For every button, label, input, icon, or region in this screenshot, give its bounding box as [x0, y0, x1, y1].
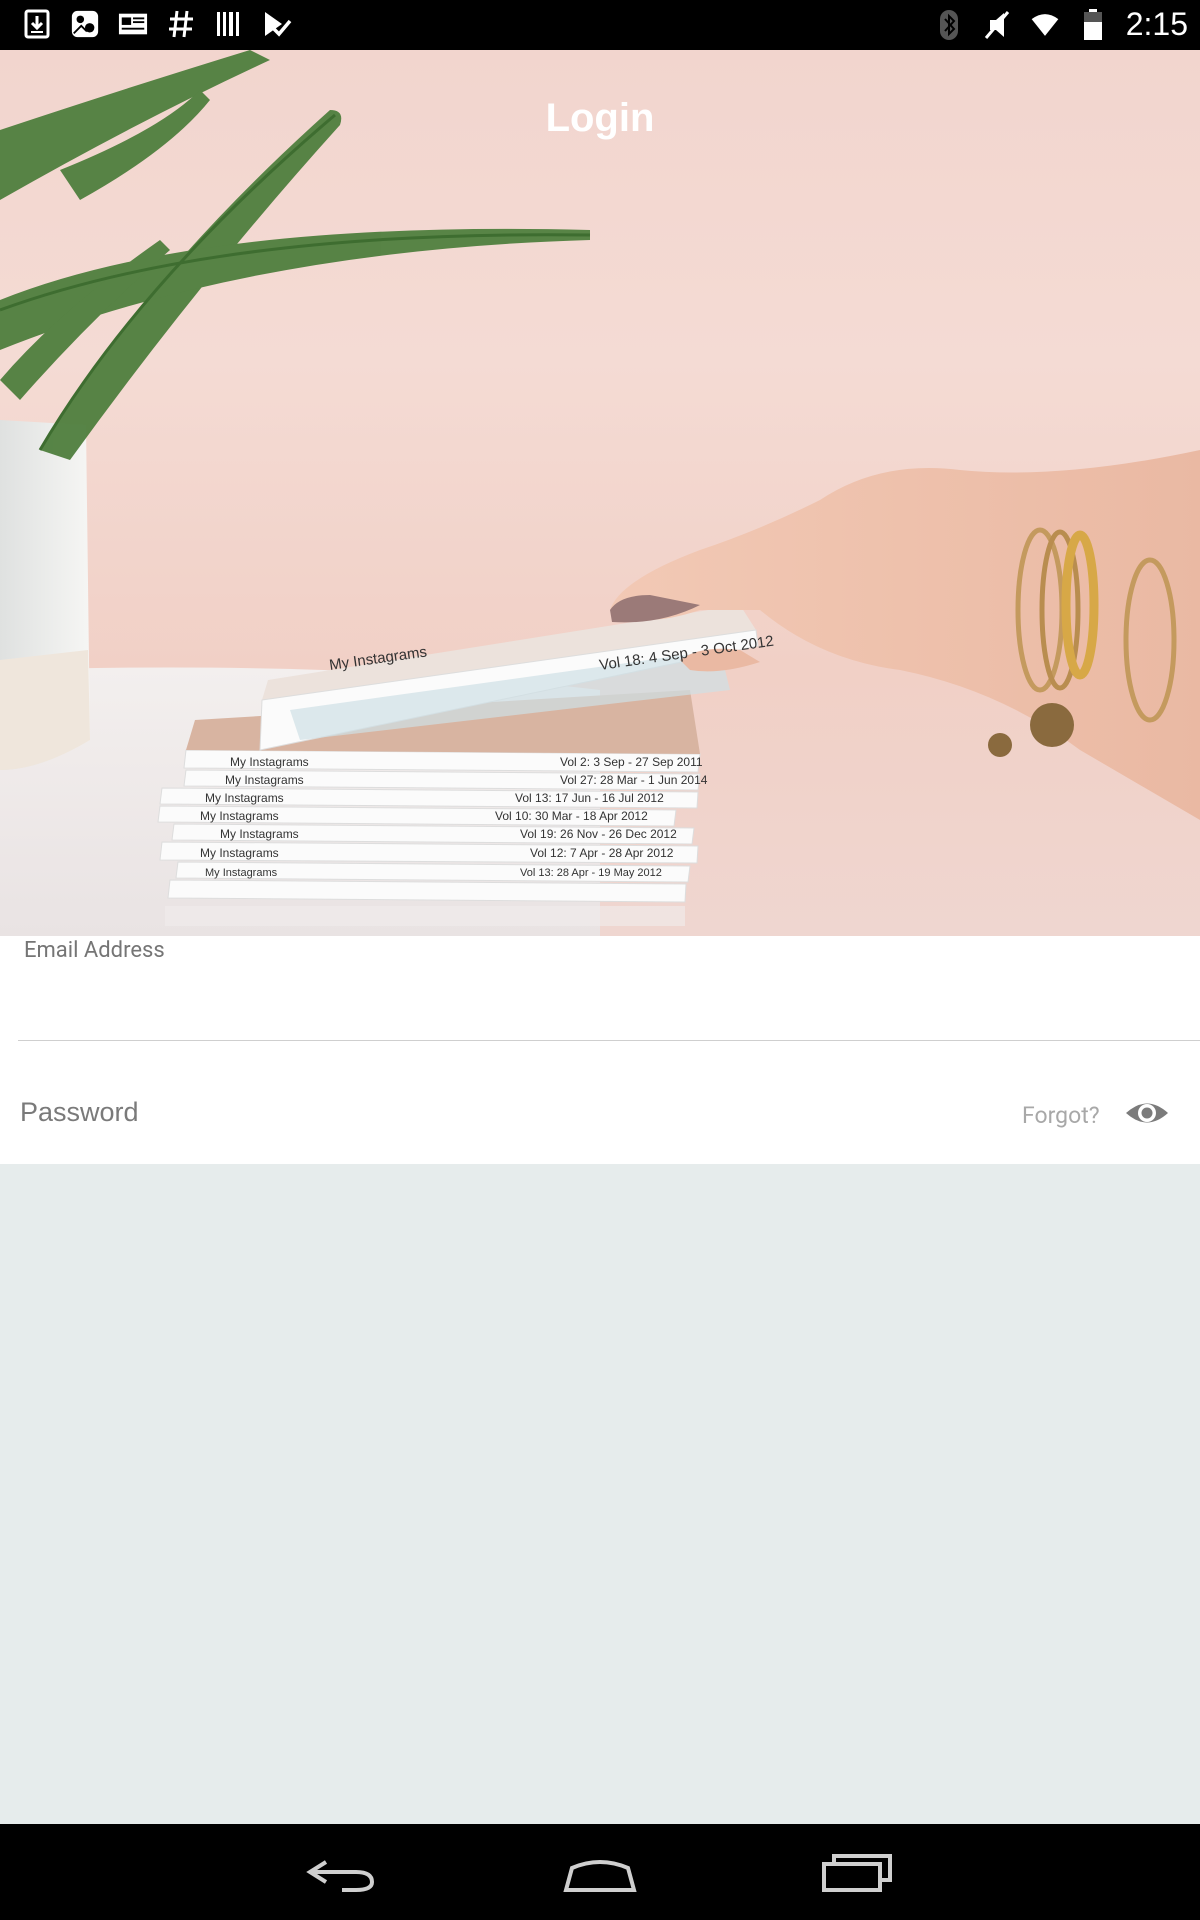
book-spine-right-text: Vol 13: 28 Apr - 19 May 2012 [520, 867, 662, 879]
recents-icon[interactable] [818, 1842, 898, 1902]
hero-photo: My Instagrams Vol 18: 4 Sep - 3 Oct 2012M… [0, 50, 1200, 936]
bluetooth-icon [934, 8, 964, 42]
book-spine-left-text: My Instagrams [220, 827, 299, 841]
book-spine-left-text: My Instagrams [225, 773, 304, 787]
email-label: Email Address [24, 938, 165, 963]
divider [18, 1040, 1200, 1041]
book-spine-right-text: Vol 27: 28 Mar - 1 Jun 2014 [560, 773, 708, 787]
wifi-icon [1030, 8, 1060, 42]
clock: 2:15 [1125, 6, 1188, 42]
book-spine-left-text: My Instagrams [205, 867, 278, 879]
book-spine-left-text: My Instagrams [200, 846, 279, 860]
checklist-icon [262, 8, 292, 40]
navigation-bar [0, 1824, 1200, 1920]
page-title: Login [545, 96, 655, 140]
password-field[interactable] [18, 1086, 782, 1138]
gallery-icon [70, 8, 100, 40]
status-bar: 2:15 [0, 0, 1200, 50]
book-spine-right-text: Vol 12: 7 Apr - 28 Apr 2012 [530, 846, 674, 860]
book-spine-right-text: Vol 10: 30 Mar - 18 Apr 2012 [495, 809, 648, 823]
book-spine-right-text: Vol 13: 17 Jun - 16 Jul 2012 [515, 791, 664, 805]
book-spine-left-text: My Instagrams [200, 809, 279, 823]
book-spine-left-text: My Instagrams [230, 755, 309, 769]
forgot-password-link[interactable]: Forgot? [1022, 1102, 1100, 1129]
download-icon [22, 8, 52, 40]
mute-icon [982, 8, 1012, 42]
hashtag-icon [166, 8, 196, 40]
battery-icon [1078, 8, 1108, 42]
book-spine-right-text: Vol 19: 26 Nov - 26 Dec 2012 [520, 827, 677, 841]
hero-image: My Instagrams Vol 18: 4 Sep - 3 Oct 2012 M… [0, 50, 1200, 936]
book-spine-left-text: My Instagrams [205, 791, 284, 805]
book-spine-right-text: Vol 2: 3 Sep - 27 Sep 2011 [560, 755, 703, 769]
barcode-icon [214, 8, 244, 40]
email-field[interactable] [18, 976, 1182, 1028]
eye-icon[interactable] [1124, 1090, 1170, 1136]
back-icon[interactable] [302, 1842, 382, 1902]
login-form: Email Address Forgot? [0, 936, 1200, 1164]
news-icon [118, 8, 148, 40]
home-icon[interactable] [560, 1842, 640, 1902]
